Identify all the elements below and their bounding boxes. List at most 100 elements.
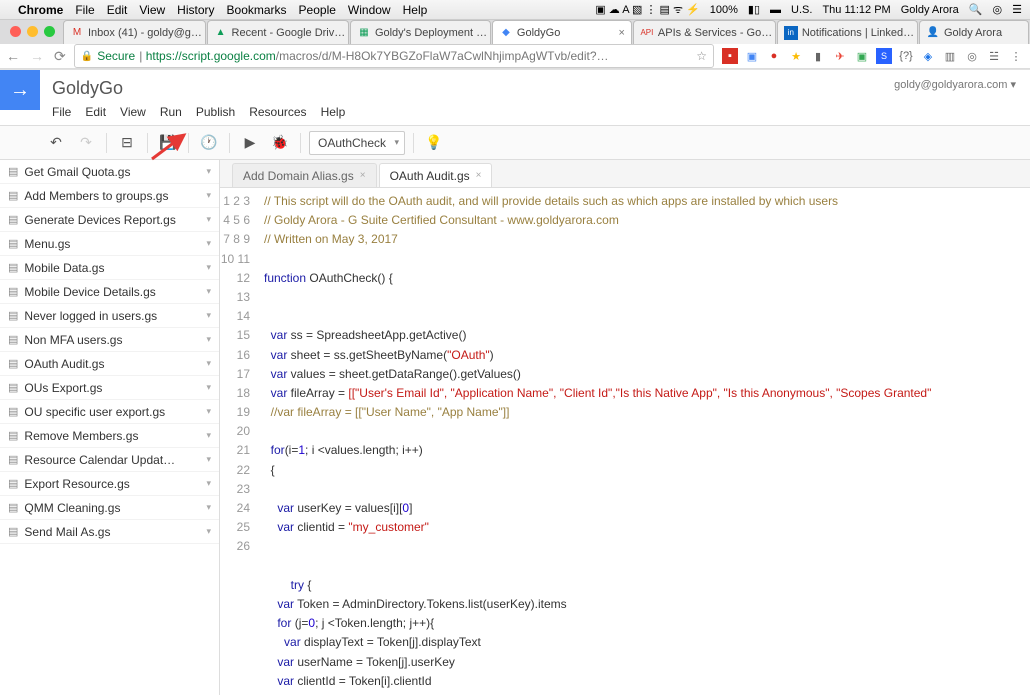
ext-icon[interactable]: ▮	[810, 48, 826, 64]
omnibox[interactable]: 🔒 Secure | https://script.google.com/mac…	[74, 44, 714, 68]
tab-inbox[interactable]: MInbox (41) - goldy@g…×	[63, 20, 206, 44]
chevron-down-icon[interactable]: ▾	[206, 406, 211, 417]
redo-button[interactable]: ↷	[74, 131, 98, 155]
chevron-down-icon[interactable]: ▾	[206, 262, 211, 273]
menu-run[interactable]: Run	[160, 105, 182, 119]
undo-button[interactable]: ↶	[44, 131, 68, 155]
ext-icon[interactable]: ▣	[744, 48, 760, 64]
file-item[interactable]: ▤OAuth Audit.gs▾	[0, 352, 219, 376]
ext-icon[interactable]: {?}	[898, 48, 914, 64]
lightbulb-button[interactable]: 💡	[422, 131, 446, 155]
file-item[interactable]: ▤QMM Cleaning.gs▾	[0, 496, 219, 520]
chevron-down-icon[interactable]: ▾	[206, 190, 211, 201]
reload-button[interactable]: ⟳	[54, 48, 66, 65]
menu-edit[interactable]: Edit	[85, 105, 106, 119]
tab-apis[interactable]: APIAPIs & Services - Go…×	[633, 20, 776, 44]
mac-menu-people[interactable]: People	[299, 3, 336, 17]
mac-menu-help[interactable]: Help	[403, 3, 428, 17]
close-window[interactable]	[10, 26, 21, 37]
ext-icon[interactable]: ▣	[854, 48, 870, 64]
mac-menu-history[interactable]: History	[177, 3, 214, 17]
chevron-down-icon[interactable]: ▾	[206, 286, 211, 297]
save-button[interactable]: 💾	[156, 131, 180, 155]
ext-icon[interactable]: ●	[766, 48, 782, 64]
run-button[interactable]: ▶	[238, 131, 262, 155]
ext-icon[interactable]: ★	[788, 48, 804, 64]
close-icon[interactable]: ×	[618, 27, 624, 39]
mac-menu-file[interactable]: File	[75, 3, 94, 17]
ext-icon[interactable]: ▪	[722, 48, 738, 64]
file-item[interactable]: ▤Send Mail As.gs▾	[0, 520, 219, 544]
file-item[interactable]: ▤Never logged in users.gs▾	[0, 304, 219, 328]
chrome-menu[interactable]: ⋮	[1008, 48, 1024, 64]
list-icon[interactable]: ☰	[1012, 3, 1022, 16]
project-title[interactable]: GoldyGo	[52, 78, 123, 98]
chevron-down-icon[interactable]: ▾	[206, 358, 211, 369]
file-item[interactable]: ▤Mobile Data.gs▾	[0, 256, 219, 280]
file-item[interactable]: ▤Export Resource.gs▾	[0, 472, 219, 496]
file-item[interactable]: ▤Get Gmail Quota.gs▾	[0, 160, 219, 184]
file-item[interactable]: ▤Remove Members.gs▾	[0, 424, 219, 448]
mac-menu-view[interactable]: View	[139, 3, 165, 17]
file-item[interactable]: ▤Mobile Device Details.gs▾	[0, 280, 219, 304]
close-icon[interactable]: ×	[360, 170, 366, 181]
file-tab-active[interactable]: OAuth Audit.gs×	[379, 163, 493, 187]
mac-menu-bookmarks[interactable]: Bookmarks	[227, 3, 287, 17]
ext-icon[interactable]: ◈	[920, 48, 936, 64]
chevron-down-icon[interactable]: ▾	[206, 382, 211, 393]
triggers-button[interactable]: 🕐	[197, 131, 221, 155]
file-item[interactable]: ▤Resource Calendar Updat…▾	[0, 448, 219, 472]
chevron-down-icon[interactable]: ▾	[206, 334, 211, 345]
menu-help[interactable]: Help	[321, 105, 346, 119]
chevron-down-icon[interactable]: ▾	[206, 478, 211, 489]
file-item[interactable]: ▤Add Members to groups.gs▾	[0, 184, 219, 208]
file-tab[interactable]: Add Domain Alias.gs×	[232, 163, 377, 187]
tab-profile[interactable]: 👤Goldy Arora	[919, 20, 1029, 44]
ext-icon[interactable]: S	[876, 48, 892, 64]
file-item[interactable]: ▤OU specific user export.gs▾	[0, 400, 219, 424]
file-item[interactable]: ▤OUs Export.gs▾	[0, 376, 219, 400]
siri-icon[interactable]: ◎	[993, 3, 1003, 16]
ext-icon[interactable]: ▥	[942, 48, 958, 64]
ext-icon[interactable]: ✈	[832, 48, 848, 64]
chevron-down-icon[interactable]: ▾	[206, 310, 211, 321]
close-icon[interactable]: ×	[476, 170, 482, 181]
ext-icon[interactable]: ☱	[986, 48, 1002, 64]
chevron-down-icon[interactable]: ▾	[206, 502, 211, 513]
tab-linkedin[interactable]: inNotifications | Linked…×	[777, 20, 918, 44]
tab-drive[interactable]: ▲Recent - Google Driv…×	[207, 20, 349, 44]
spotlight-icon[interactable]: 🔍	[969, 3, 983, 16]
menu-resources[interactable]: Resources	[249, 105, 306, 119]
chevron-down-icon[interactable]: ▾	[206, 526, 211, 537]
debug-button[interactable]: 🐞	[268, 131, 292, 155]
menu-view[interactable]: View	[120, 105, 146, 119]
chevron-down-icon[interactable]: ▾	[206, 238, 211, 249]
file-item[interactable]: ▤Generate Devices Report.gs▾	[0, 208, 219, 232]
user-name[interactable]: Goldy Arora	[901, 4, 959, 16]
code-editor[interactable]: 1 2 3 4 5 6 7 8 9 10 11 12 13 14 15 16 1…	[220, 188, 1030, 695]
indent-button[interactable]: ⊟	[115, 131, 139, 155]
function-select[interactable]: OAuthCheck	[309, 131, 405, 155]
chevron-down-icon[interactable]: ▾	[206, 214, 211, 225]
chevron-down-icon[interactable]: ▾	[206, 454, 211, 465]
file-item[interactable]: ▤Non MFA users.gs▾	[0, 328, 219, 352]
ext-icon[interactable]: ◎	[964, 48, 980, 64]
zoom-window[interactable]	[44, 26, 55, 37]
chevron-down-icon[interactable]: ▾	[206, 166, 211, 177]
mac-app-name[interactable]: Chrome	[18, 3, 63, 17]
minimize-window[interactable]	[27, 26, 38, 37]
file-item[interactable]: ▤Menu.gs▾	[0, 232, 219, 256]
address-bar: ← → ⟳ 🔒 Secure | https://script.google.c…	[0, 44, 1030, 69]
mac-menu-window[interactable]: Window	[348, 3, 391, 17]
account-email[interactable]: goldy@goldyarora.com ▾	[894, 78, 1016, 91]
tab-sheet[interactable]: ▦Goldy's Deployment …×	[350, 20, 491, 44]
forward-button[interactable]: →	[30, 48, 44, 65]
star-icon[interactable]: ☆	[696, 49, 707, 63]
menu-publish[interactable]: Publish	[196, 105, 235, 119]
back-button[interactable]: ←	[6, 48, 20, 65]
chevron-down-icon[interactable]: ▾	[206, 430, 211, 441]
file-icon: ▤	[8, 525, 18, 538]
menu-file[interactable]: File	[52, 105, 71, 119]
mac-menu-edit[interactable]: Edit	[107, 3, 128, 17]
tab-goldygo[interactable]: ◆GoldyGo×	[492, 20, 632, 44]
